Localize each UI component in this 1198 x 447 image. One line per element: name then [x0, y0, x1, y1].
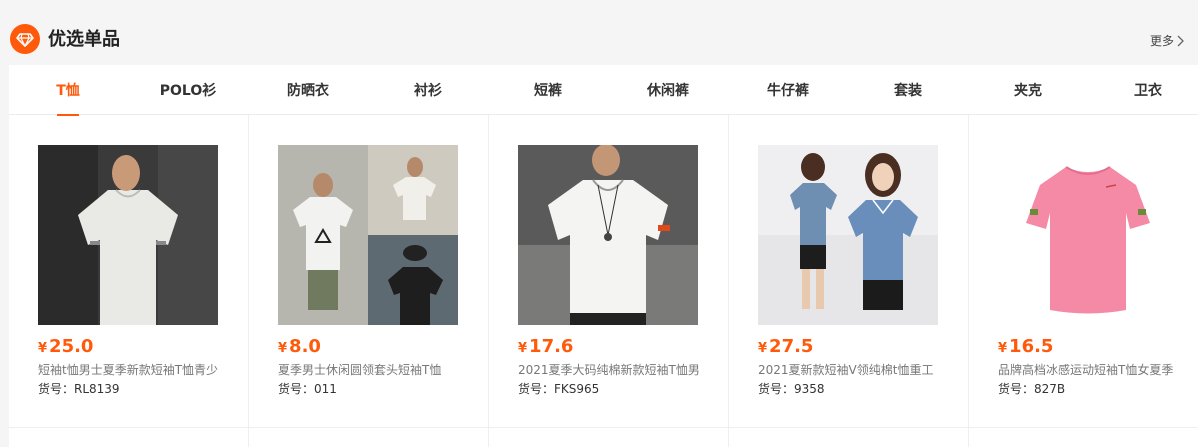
product-name[interactable]: 2021夏新款短袖V领纯棉t恤重工 [758, 361, 940, 379]
section-header: 优选单品 更多 [0, 0, 1198, 65]
tab-shirt[interactable]: 衬衫 [378, 65, 478, 115]
section-title: 优选单品 [48, 29, 120, 50]
product-image[interactable] [998, 145, 1178, 325]
product-name[interactable]: 品牌高档冰感运动短袖T恤女夏季 [998, 361, 1180, 379]
tab-polo[interactable]: POLO衫 [138, 65, 238, 115]
more-link[interactable]: 更多 [1150, 32, 1184, 50]
product-image[interactable] [518, 145, 698, 325]
preferred-products-section: 优选单品 更多 T恤 POLO衫 防晒衣 衬衫 短裤 休闲裤 牛仔裤 套装 夹克… [0, 0, 1198, 447]
more-label: 更多 [1149, 34, 1174, 48]
product-image[interactable] [38, 145, 218, 325]
next-row-divider [9, 427, 1198, 447]
product-sku: 货号：827B [998, 382, 1066, 396]
tab-hoodie[interactable]: 卫衣 [1098, 65, 1198, 115]
tab-casual-pants[interactable]: 休闲裤 [618, 65, 718, 115]
category-tabs: T恤 POLO衫 防晒衣 衬衫 短裤 休闲裤 牛仔裤 套装 夹克 卫衣 [9, 65, 1198, 115]
product-price: ¥17.6 [518, 336, 574, 357]
product-card[interactable]: ¥27.5 2021夏新款短袖V领纯棉t恤重工 货号：9358 [729, 115, 969, 427]
product-price: ¥25.0 [38, 336, 94, 357]
product-price: ¥27.5 [758, 336, 814, 357]
product-sku: 货号：9358 [758, 382, 825, 396]
product-sku: 货号：011 [278, 382, 337, 396]
product-card[interactable]: ¥16.5 品牌高档冰感运动短袖T恤女夏季 货号：827B [969, 115, 1198, 427]
product-name[interactable]: 2021夏季大码纯棉新款短袖T恤男 [518, 361, 700, 379]
grid-cell [249, 428, 489, 447]
product-price: ¥16.5 [998, 336, 1054, 357]
tab-tshirt[interactable]: T恤 [18, 65, 118, 115]
product-image[interactable] [278, 145, 458, 325]
product-card[interactable]: ¥25.0 短袖t恤男士夏季新款短袖T恤青少 货号：RL8139 [9, 115, 249, 427]
diamond-icon [10, 24, 40, 54]
product-sku: 货号：RL8139 [38, 382, 120, 396]
product-grid: ¥25.0 短袖t恤男士夏季新款短袖T恤青少 货号：RL8139 ¥ 8.0 夏… [9, 115, 1198, 427]
chevron-right-icon [1177, 35, 1184, 47]
product-sku: 货号：FKS965 [518, 382, 600, 396]
product-card[interactable]: ¥17.6 2021夏季大码纯棉新款短袖T恤男 货号：FKS965 [489, 115, 729, 427]
product-image[interactable] [758, 145, 938, 325]
tab-jeans[interactable]: 牛仔裤 [738, 65, 838, 115]
product-card[interactable]: ¥8.0 夏季男士休闲圆领套头短袖T恤 货号：011 [249, 115, 489, 427]
grid-cell [729, 428, 969, 447]
tab-suits[interactable]: 套装 [858, 65, 958, 115]
tab-shorts[interactable]: 短裤 [498, 65, 598, 115]
grid-cell [9, 428, 249, 447]
product-name[interactable]: 夏季男士休闲圆领套头短袖T恤 [278, 361, 460, 379]
grid-cell [489, 428, 729, 447]
tab-jacket[interactable]: 夹克 [978, 65, 1078, 115]
product-price: ¥8.0 [278, 336, 321, 357]
products-panel: T恤 POLO衫 防晒衣 衬衫 短裤 休闲裤 牛仔裤 套装 夹克 卫衣 ¥ 25… [9, 65, 1198, 447]
tab-sun-protection[interactable]: 防晒衣 [258, 65, 358, 115]
product-name[interactable]: 短袖t恤男士夏季新款短袖T恤青少 [38, 361, 220, 379]
